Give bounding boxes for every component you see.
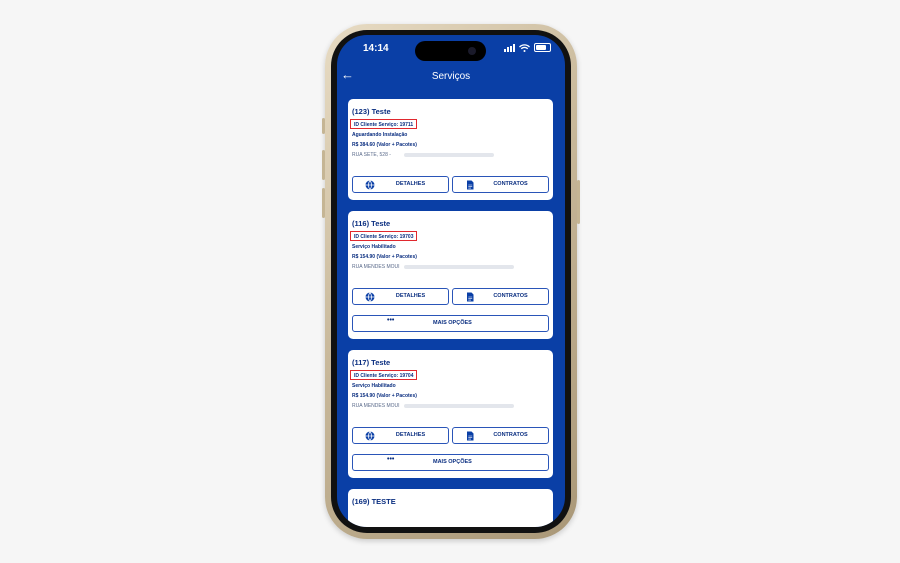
more-options-button[interactable]: ••• MAIS OPÇÕES [352, 315, 549, 332]
client-id-highlight: ID Cliente Serviço: 19704 [350, 370, 418, 380]
client-id-highlight: ID Cliente Serviço: 19711 [350, 119, 418, 129]
service-title: (116) Teste [352, 219, 391, 228]
service-address: RUA MENDES MOUI [352, 264, 400, 270]
wifi-icon [519, 43, 530, 52]
service-title: (117) Teste [352, 358, 391, 367]
details-label: DETALHES [395, 293, 426, 299]
service-price: R$ 154.90 (Valor + Pacotes) [352, 393, 417, 399]
service-card: (123) Teste ID Cliente Serviço: 19711 Ag… [348, 99, 553, 200]
contracts-label: CONTRATOS [493, 181, 528, 187]
contracts-label: CONTRATOS [493, 293, 528, 299]
contracts-button[interactable]: CONTRATOS [452, 176, 549, 193]
page-title: Serviços [431, 71, 471, 82]
client-id-highlight: ID Cliente Serviço: 19703 [350, 231, 418, 241]
service-address: RUA SETE, 528 - [352, 152, 391, 158]
battery-icon [534, 43, 551, 52]
nav-bar: ← Serviços [337, 65, 565, 89]
dynamic-island [415, 41, 486, 61]
redacted-address [404, 153, 494, 157]
action-button [322, 118, 325, 134]
details-button[interactable]: DETALHES [352, 176, 449, 193]
status-bar: 14:14 [337, 35, 565, 61]
contracts-label: CONTRATOS [493, 432, 528, 438]
contracts-button[interactable]: CONTRATOS [452, 427, 549, 444]
status-icons [504, 43, 551, 52]
service-price: R$ 154.90 (Valor + Pacotes) [352, 254, 417, 260]
service-status: Serviço Habilitado [352, 244, 396, 250]
more-options-label: MAIS OPÇÕES [433, 320, 472, 326]
contracts-button[interactable]: CONTRATOS [452, 288, 549, 305]
app-screen: 14:14 ← Serviços (123) Teste ID Cliente … [337, 35, 565, 527]
details-label: DETALHES [395, 181, 426, 187]
service-card: (117) Teste ID Cliente Serviço: 19704 Se… [348, 350, 553, 478]
camera-icon [468, 47, 476, 55]
volume-up-button [322, 150, 325, 180]
details-label: DETALHES [395, 432, 426, 438]
redacted-address [404, 404, 514, 408]
service-title: (169) TESTE [352, 497, 396, 506]
power-button [577, 180, 580, 224]
service-price: R$ 384.60 (Valor + Pacotes) [352, 142, 417, 148]
service-card: (116) Teste ID Cliente Serviço: 19703 Se… [348, 211, 553, 339]
home-indicator[interactable] [409, 520, 491, 523]
service-status: Aguardando Instalação [352, 132, 408, 138]
service-address: RUA MENDES MOUI [352, 403, 400, 409]
details-button[interactable]: DETALHES [352, 427, 449, 444]
service-status: Serviço Habilitado [352, 383, 396, 389]
more-options-label: MAIS OPÇÕES [433, 459, 472, 465]
volume-down-button [322, 188, 325, 218]
signal-icon [504, 43, 515, 52]
status-time: 14:14 [363, 43, 389, 54]
more-dots-icon: ••• [387, 317, 395, 324]
service-title: (123) Teste [352, 107, 391, 116]
details-button[interactable]: DETALHES [352, 288, 449, 305]
redacted-address [404, 265, 514, 269]
more-options-button[interactable]: ••• MAIS OPÇÕES [352, 454, 549, 471]
more-dots-icon: ••• [387, 456, 395, 463]
